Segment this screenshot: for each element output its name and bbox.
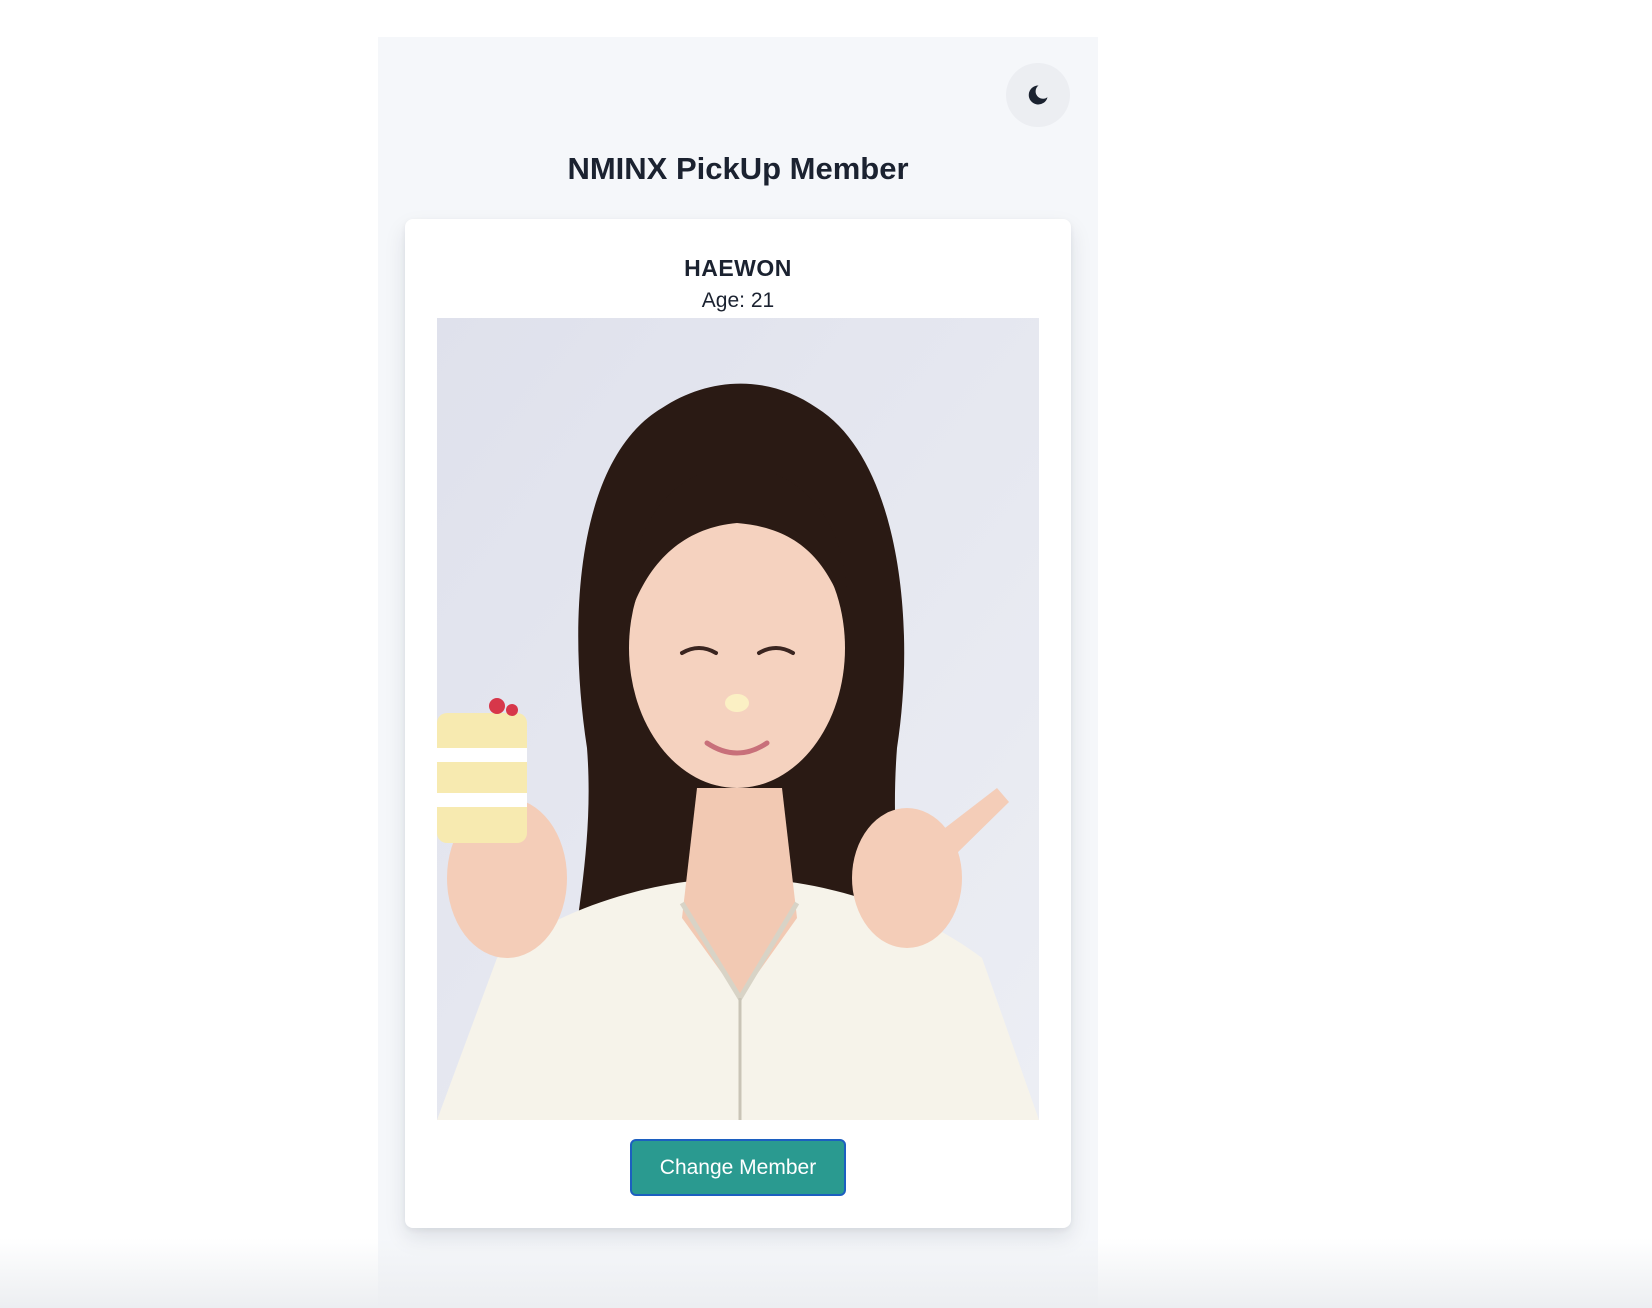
app-container: NMINX PickUp Member HAEWON Age: 21 Chang… (378, 37, 1098, 1308)
member-photo (437, 318, 1039, 1120)
bottom-fade (0, 1238, 1652, 1308)
moon-icon (1028, 85, 1048, 105)
member-age: Age: 21 (701, 289, 775, 312)
change-member-button[interactable]: Change Member (630, 1139, 846, 1196)
member-name: HAEWON (684, 255, 792, 281)
page: NMINX PickUp Member HAEWON Age: 21 Chang… (0, 0, 1652, 1308)
theme-toggle-button[interactable] (1006, 63, 1070, 127)
member-photo-illustration (437, 318, 1039, 1120)
member-card: HAEWON Age: 21 Change Member (405, 219, 1071, 1228)
page-title: NMINX PickUp Member (567, 151, 909, 186)
